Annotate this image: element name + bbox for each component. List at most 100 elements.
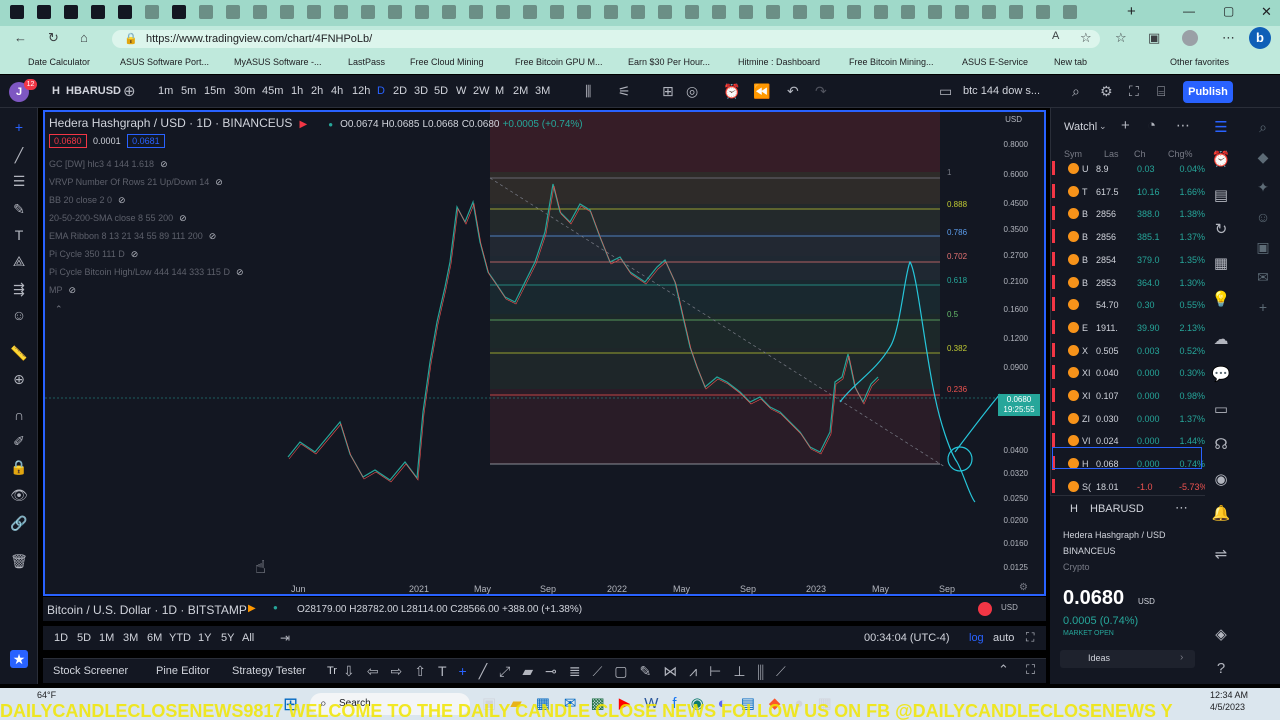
timeframe-30m[interactable]: 30m [234, 85, 255, 97]
browser-tab[interactable] [253, 5, 267, 19]
arrow-right-icon[interactable]: ⇨ [390, 663, 414, 679]
bottom-tab[interactable]: Tr [327, 665, 337, 677]
browser-tab[interactable] [766, 5, 780, 19]
refresh-icon[interactable]: ↻ [48, 30, 59, 46]
eye-hidden-icon[interactable]: ⊘ [131, 249, 139, 259]
log-scale-toggle[interactable]: log [969, 632, 984, 644]
eye-hidden-icon[interactable]: ⊘ [69, 285, 77, 295]
chart-settings-icon[interactable]: ⚙ [1019, 582, 1028, 593]
publish-button[interactable]: Publish [1183, 81, 1233, 103]
favorites-star-icon[interactable]: ★ [10, 650, 28, 668]
layout-icon[interactable]: ▭ [939, 83, 952, 100]
cross-icon[interactable]: + [459, 663, 479, 679]
horizontal-ray-icon[interactable]: ⊸ [545, 663, 569, 679]
timeframe-3M[interactable]: 3M [535, 85, 550, 97]
xabcd-icon[interactable]: ⋈ [663, 663, 689, 679]
indicator-legend-item[interactable]: 20-50-200-SMA close 8 55 200 ⊘ [49, 213, 187, 224]
watchlist-icon[interactable]: ☰ [1211, 118, 1231, 138]
watchlist-row[interactable]: B 2856 385.1 1.37% [1052, 226, 1205, 248]
close-window-icon[interactable]: ✕ [1261, 4, 1272, 20]
edge-search-icon[interactable]: ⌕ [1252, 112, 1274, 142]
browser-tab[interactable] [1009, 5, 1023, 19]
browser-tab[interactable] [64, 5, 78, 19]
browser-tab[interactable] [361, 5, 375, 19]
browser-tab[interactable] [415, 5, 429, 19]
zoom-in-icon[interactable]: ⊕ [10, 370, 28, 388]
collections-icon[interactable]: ▣ [1148, 30, 1160, 46]
collapse-panel-icon[interactable]: ⌃ [998, 662, 1009, 678]
floating-drawing-toolbar[interactable]: ⇩⇦⇨⇧T+╱⤢▰⊸≣⟋▢✎⋈⩘⊢⊥⫼⟋ [343, 659, 943, 683]
maximize-icon[interactable]: ▢ [1223, 4, 1234, 18]
volume-profile-icon[interactable]: ⫼ [758, 663, 776, 679]
ideas-lightbulb-icon[interactable]: 💡 [1211, 290, 1231, 310]
weather-widget[interactable]: 64°F [37, 690, 56, 700]
bookmark-item[interactable]: LastPass [348, 57, 385, 67]
bookmark-item[interactable]: New tab [1054, 57, 1087, 67]
indicator-legend-item[interactable]: Pi Cycle 350 111 D ⊘ [49, 249, 138, 260]
timeframe-2W[interactable]: 2W [473, 85, 490, 97]
trash-icon[interactable]: 🗑 [10, 552, 28, 570]
browser-tab[interactable] [874, 5, 888, 19]
edge-tools-icon[interactable]: ✦ [1252, 172, 1274, 202]
timeframe-5m[interactable]: 5m [181, 85, 196, 97]
eye-hidden-icon[interactable]: ⊘ [236, 267, 244, 277]
broadcast-icon[interactable]: ◉ [1211, 470, 1231, 490]
hotlists-icon[interactable]: ↻ [1211, 220, 1231, 240]
browser-tab[interactable] [847, 5, 861, 19]
browser-tab[interactable] [280, 5, 294, 19]
arrow-left-icon[interactable]: ⇦ [367, 663, 391, 679]
home-icon[interactable]: ⌂ [80, 30, 88, 45]
bottom-tab[interactable]: Pine Editor [156, 665, 210, 677]
browser-tab[interactable] [226, 5, 240, 19]
edge-outlook-icon[interactable]: ✉ [1252, 262, 1274, 292]
watchlist-chevron-icon[interactable]: ⌄ [1099, 121, 1107, 132]
watchlist-row[interactable]: 54.70 0.30 0.55% [1052, 294, 1205, 316]
fullscreen-icon[interactable]: ⛶ [1129, 83, 1139, 100]
flag-icon[interactable]: ▶ [299, 119, 307, 130]
watchlist-row[interactable]: B 2856 388.0 1.38% [1052, 203, 1205, 225]
create-alert-icon[interactable]: ⏰ [723, 83, 740, 100]
bookmark-item[interactable]: Earn $30 Per Hour... [628, 57, 710, 67]
indicator-legend-item[interactable]: GC [DW] hlc3 4 144 1.618 ⊘ [49, 159, 168, 170]
btc-subpane[interactable]: Bitcoin / U.S. Dollar · 1D · BITSTAMP ▶ … [43, 597, 1046, 621]
crosshair-icon[interactable]: + [10, 118, 28, 136]
bookmark-item[interactable]: Hitmine : Dashboard [738, 57, 820, 67]
bookmark-item[interactable]: ASUS Software Port... [120, 57, 209, 67]
timeframe-1m[interactable]: 1m [158, 85, 173, 97]
price-range-icon[interactable]: ⊥ [733, 663, 757, 679]
watchlist-more-icon[interactable]: ⋯ [1176, 117, 1190, 134]
text-icon[interactable]: T [438, 663, 459, 679]
watchlist-title[interactable]: Watchl [1064, 121, 1097, 133]
range-YTD[interactable]: YTD [169, 632, 191, 644]
browser-tab[interactable] [118, 5, 132, 19]
range-1M[interactable]: 1M [99, 632, 114, 644]
browser-tab[interactable] [577, 5, 591, 19]
ruler-icon[interactable]: 📏 [10, 344, 28, 362]
timezone-clock[interactable]: 00:34:04 (UTC-4) [864, 632, 950, 644]
browser-tab[interactable] [685, 5, 699, 19]
bing-icon[interactable]: b [1249, 27, 1271, 49]
browser-tab[interactable] [442, 5, 456, 19]
hide-drawings-icon[interactable]: 👁 [10, 486, 28, 504]
maximize-panel-icon[interactable]: ⛶ [1026, 662, 1035, 678]
indicator-legend-item[interactable]: EMA Ribbon 8 13 21 34 55 89 111 200 ⊘ [49, 231, 216, 242]
timeframe-12h[interactable]: 12h [352, 85, 370, 97]
scale-settings-icon[interactable]: ⛶ [1026, 630, 1034, 645]
link-icon[interactable]: 🔗 [10, 514, 28, 532]
browser-tab[interactable] [145, 5, 159, 19]
text-tool-icon[interactable]: T [10, 226, 28, 244]
bookmark-item[interactable]: Free Bitcoin GPU M... [515, 57, 603, 67]
browser-tab[interactable] [901, 5, 915, 19]
brush-icon[interactable]: ✎ [10, 200, 28, 218]
indicator-legend-item[interactable]: Pi Cycle Bitcoin High/Low 444 144 333 11… [49, 267, 244, 278]
quick-search-icon[interactable]: ⌕ [1072, 83, 1080, 100]
lock-drawings-icon[interactable]: ✐ [10, 432, 28, 450]
ideas-button[interactable]: Ideas › [1060, 650, 1195, 668]
bottom-tab[interactable]: Stock Screener [53, 665, 128, 677]
bar-style-icon[interactable]: ⫼ [585, 83, 591, 100]
range-All[interactable]: All [242, 632, 254, 644]
order-panel-icon[interactable]: ⇌ [1211, 545, 1231, 565]
browser-tab[interactable] [982, 5, 996, 19]
data-window-icon[interactable]: ▤ [1211, 186, 1231, 206]
alert-icon[interactable]: ◎ [686, 83, 698, 100]
